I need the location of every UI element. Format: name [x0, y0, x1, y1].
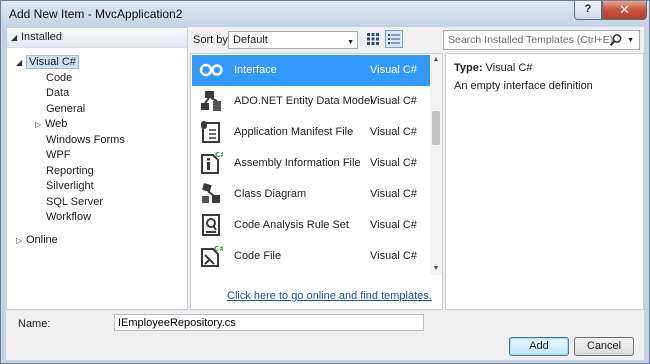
template-type: Visual C# — [370, 126, 417, 138]
scroll-up-arrow-icon[interactable]: ▲ — [430, 54, 442, 66]
help-button[interactable]: ? — [574, 1, 602, 20]
list-item-code-file[interactable]: C# Code File Visual C# — [192, 241, 430, 272]
manifest-file-icon — [201, 121, 220, 143]
scroll-thumb[interactable] — [432, 111, 440, 145]
list-item-class-diagram[interactable]: Class Diagram Visual C# — [192, 179, 430, 210]
details-description: An empty interface definition — [454, 80, 593, 92]
tree-node-data[interactable]: Data — [46, 86, 69, 101]
dialog-body: ◢ Installed ◢ Visual C# Code Data General … — [6, 27, 644, 360]
online-templates-link[interactable]: Click here to go online and find templat… — [227, 290, 432, 302]
svg-text:C#: C# — [214, 245, 223, 253]
template-name: Code File — [234, 250, 282, 262]
grid-view-icon[interactable] — [364, 30, 382, 48]
entity-data-model-icon — [201, 91, 221, 111]
collapse-arrow-icon[interactable]: ◢ — [16, 55, 26, 70]
search-placeholder: Search Installed Templates (Ctrl+E) — [448, 34, 614, 46]
list-item-interface[interactable]: Interface Visual C# — [192, 55, 430, 86]
title-bar[interactable]: Add New Item - MvcApplication2 ? ✕ — [1, 1, 649, 27]
template-type: Visual C# — [370, 219, 417, 231]
search-dropdown-arrow-icon[interactable]: ▼ — [627, 37, 634, 44]
tree-node-windows-forms[interactable]: Windows Forms — [46, 133, 125, 148]
cancel-button[interactable]: Cancel — [574, 337, 634, 356]
tree-node-visual-csharp[interactable]: ◢ Visual C# — [16, 55, 79, 70]
template-type: Visual C# — [370, 64, 417, 76]
template-name: Interface — [234, 64, 277, 76]
expand-arrow-icon[interactable]: ▷ — [35, 117, 45, 132]
template-name: Class Diagram — [234, 188, 307, 200]
window-title: Add New Item - MvcApplication2 — [9, 7, 183, 21]
template-type: Visual C# — [370, 250, 417, 262]
list-view-icon[interactable] — [385, 30, 403, 48]
scroll-down-arrow-icon[interactable]: ▼ — [430, 263, 442, 275]
template-category-tree: ◢ Installed ◢ Visual C# Code Data General … — [6, 27, 188, 310]
tree-node-reporting[interactable]: Reporting — [46, 164, 94, 179]
tree-node-web[interactable]: ▷ Web — [35, 117, 67, 132]
list-item-assembly-information-file[interactable]: C# Assembly Information File Visual C# — [192, 148, 430, 179]
dropdown-arrow-icon: ▼ — [347, 39, 354, 46]
sort-label: Sort by: — [193, 34, 231, 46]
class-diagram-icon — [202, 183, 220, 203]
list-item-code-analysis-rule-set[interactable]: Code Analysis Rule Set Visual C# — [192, 210, 430, 241]
tree-node-silverlight[interactable]: Silverlight — [46, 179, 94, 194]
template-list: Interface Visual C# ADO.NET Entity Data … — [190, 53, 443, 310]
add-new-item-dialog: Add New Item - MvcApplication2 ? ✕ ◢ Inst… — [0, 0, 650, 364]
tree-node-label: Web — [45, 118, 68, 130]
template-list-scrollbar[interactable]: ▲ ▼ — [430, 54, 442, 275]
list-item-application-manifest-file[interactable]: Application Manifest File Visual C# — [192, 117, 430, 148]
tree-node-label: Online — [26, 234, 58, 246]
template-type: Visual C# — [370, 188, 417, 200]
search-icon[interactable] — [609, 33, 623, 47]
name-input[interactable] — [114, 314, 424, 331]
tree-node-wpf[interactable]: WPF — [46, 148, 70, 163]
tree-header-label: Installed — [21, 31, 62, 43]
code-file-icon: C# — [201, 245, 223, 267]
template-type: Visual C# — [370, 157, 417, 169]
sort-selected-value: Default — [233, 34, 268, 46]
template-name: Code Analysis Rule Set — [234, 219, 349, 231]
tree-node-workflow[interactable]: Workflow — [46, 210, 91, 225]
close-button[interactable]: ✕ — [602, 1, 647, 20]
search-templates-input[interactable]: Search Installed Templates (Ctrl+E) ▼ — [443, 30, 640, 50]
tree-node-online[interactable]: ▷ Online — [16, 233, 58, 248]
template-type: Visual C# — [370, 95, 417, 107]
tree-header-installed[interactable]: ◢ Installed — [7, 28, 187, 48]
list-item-ado-net-entity-data-model[interactable]: ADO.NET Entity Data Model Visual C# — [192, 86, 430, 117]
name-label: Name: — [18, 318, 51, 330]
svg-text:C#: C# — [215, 151, 223, 159]
details-type-value: Visual C# — [485, 62, 533, 74]
tree-node-code[interactable]: Code — [46, 71, 72, 86]
tree-node-general[interactable]: General — [46, 102, 85, 117]
expand-arrow-icon[interactable]: ▷ — [16, 233, 26, 248]
template-details-pane: Type: Visual C# An empty interface defin… — [445, 53, 644, 310]
template-name: Application Manifest File — [234, 126, 354, 138]
rule-set-icon — [202, 214, 220, 236]
assembly-info-icon: C# — [201, 151, 223, 174]
template-name: ADO.NET Entity Data Model — [234, 95, 373, 107]
tree-node-label: Visual C# — [26, 55, 79, 69]
template-name: Assembly Information File — [234, 157, 361, 169]
add-button[interactable]: Add — [509, 337, 569, 356]
details-type-line: Type: Visual C# — [454, 62, 532, 74]
details-type-label: Type: — [454, 62, 483, 74]
interface-icon — [199, 63, 223, 77]
tree-node-sql-server[interactable]: SQL Server — [46, 195, 103, 210]
sort-select[interactable]: Default ▼ — [228, 31, 358, 49]
collapse-arrow-icon[interactable]: ◢ — [11, 30, 21, 45]
